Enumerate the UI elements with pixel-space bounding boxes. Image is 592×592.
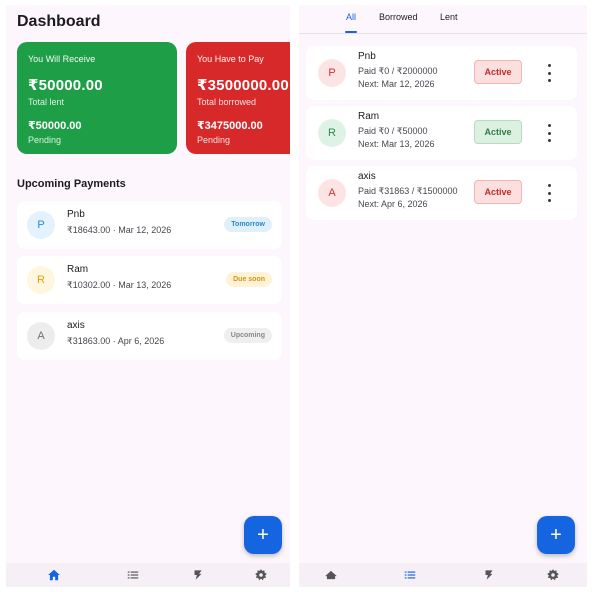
payment-name: Pnb [67, 209, 85, 220]
receive-pending-label: Pending [28, 135, 62, 145]
home-icon[interactable] [46, 567, 62, 583]
status-badge: Active [474, 60, 522, 84]
payment-name: Ram [67, 264, 89, 275]
avatar: R [318, 119, 346, 147]
upcoming-payment-item[interactable]: P Pnb ₹18643.00 · Mar 12, 2026 Tomorrow [17, 201, 282, 249]
bottom-navigation [6, 563, 290, 587]
settings-icon[interactable] [253, 567, 269, 583]
status-badge: Upcoming [223, 328, 272, 343]
more-options-icon[interactable] [544, 64, 554, 82]
add-loan-button[interactable]: + [244, 516, 282, 554]
payment-detail: ₹31863.00 · Apr 6, 2026 [67, 336, 165, 346]
avatar: A [318, 179, 346, 207]
pay-card[interactable]: You Have to Pay ₹3500000.00 Total borrow… [186, 42, 290, 154]
wallet-icon[interactable] [190, 567, 206, 583]
page-title: Dashboard [17, 13, 101, 30]
wallet-icon[interactable] [481, 567, 497, 583]
status-badge: Tomorrow [224, 217, 272, 232]
avatar: P [27, 211, 55, 239]
bottom-navigation [299, 563, 587, 587]
receive-title: You Will Receive [28, 54, 96, 64]
tab-all[interactable]: All [346, 12, 356, 22]
loan-item[interactable]: A axis Paid ₹31863 / ₹1500000 Next: Apr … [306, 166, 577, 220]
avatar: A [27, 322, 55, 350]
list-icon[interactable] [402, 567, 418, 583]
receive-card[interactable]: You Will Receive ₹50000.00 Total lent ₹5… [17, 42, 177, 154]
status-badge: Active [474, 180, 522, 204]
add-loan-button[interactable]: + [537, 516, 575, 554]
pay-amount-label: Total borrowed [197, 97, 257, 107]
loan-name: Pnb [358, 51, 376, 62]
upcoming-payments-title: Upcoming Payments [17, 178, 126, 190]
receive-pending-amount: ₹50000.00 [28, 120, 82, 132]
loan-next-date: Next: Apr 6, 2026 [358, 199, 428, 209]
loan-paid: Paid ₹0 / ₹50000 [358, 126, 428, 136]
pay-pending-label: Pending [197, 135, 231, 145]
loan-paid: Paid ₹0 / ₹2000000 [358, 66, 438, 76]
home-icon[interactable] [323, 567, 339, 583]
more-options-icon[interactable] [544, 124, 554, 142]
status-badge: Due soon [226, 272, 272, 287]
payment-detail: ₹18643.00 · Mar 12, 2026 [67, 225, 172, 235]
status-badge: Active [474, 120, 522, 144]
filter-tabs: All Borrowed Lent [299, 5, 587, 34]
avatar: R [27, 266, 55, 294]
dashboard-screen: Dashboard You Will Receive ₹50000.00 Tot… [6, 5, 290, 587]
loan-next-date: Next: Mar 12, 2026 [358, 79, 435, 89]
tab-lent[interactable]: Lent [440, 12, 458, 22]
pay-pending-amount: ₹3475000.00 [197, 120, 263, 132]
receive-amount-label: Total lent [28, 97, 65, 107]
more-options-icon[interactable] [544, 184, 554, 202]
upcoming-payment-item[interactable]: R Ram ₹10302.00 · Mar 13, 2026 Due soon [17, 256, 282, 304]
pay-amount: ₹3500000.00 [197, 77, 289, 94]
payment-name: axis [67, 320, 85, 331]
avatar: P [318, 59, 346, 87]
pay-title: You Have to Pay [197, 54, 264, 64]
payment-detail: ₹10302.00 · Mar 13, 2026 [67, 280, 172, 290]
loan-item[interactable]: R Ram Paid ₹0 / ₹50000 Next: Mar 13, 202… [306, 106, 577, 160]
tab-borrowed[interactable]: Borrowed [379, 12, 418, 22]
loans-screen: All Borrowed Lent P Pnb Paid ₹0 / ₹20000… [299, 5, 587, 587]
settings-icon[interactable] [545, 567, 561, 583]
loan-item[interactable]: P Pnb Paid ₹0 / ₹2000000 Next: Mar 12, 2… [306, 46, 577, 100]
tab-indicator [345, 31, 357, 33]
loan-name: axis [358, 171, 376, 182]
list-icon[interactable] [125, 567, 141, 583]
receive-amount: ₹50000.00 [28, 77, 103, 94]
loan-next-date: Next: Mar 13, 2026 [358, 139, 435, 149]
loan-paid: Paid ₹31863 / ₹1500000 [358, 186, 458, 196]
loan-name: Ram [358, 111, 380, 122]
upcoming-payment-item[interactable]: A axis ₹31863.00 · Apr 6, 2026 Upcoming [17, 312, 282, 360]
